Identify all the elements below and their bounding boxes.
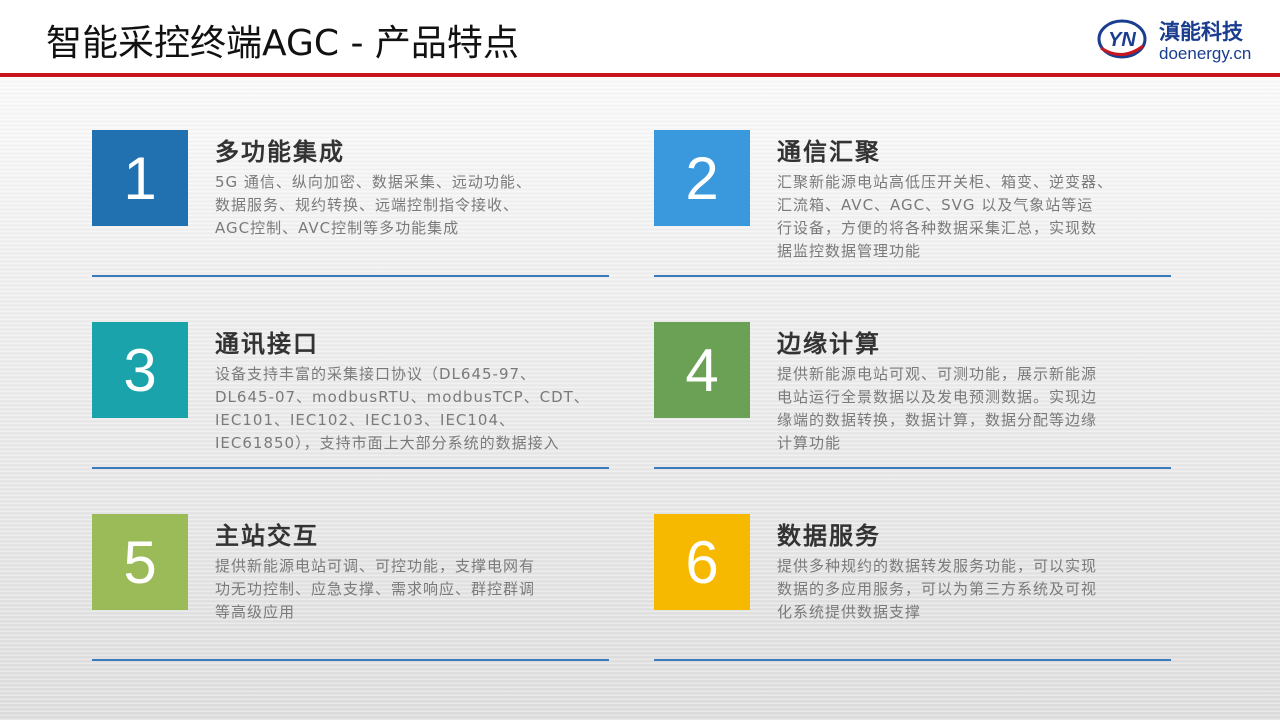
feature-number-box: 3 (92, 322, 188, 418)
feature-number-box: 2 (654, 130, 750, 226)
feature-description: 设备支持丰富的采集接口协议（DL645-97、 DL645-07、modbusRT… (215, 363, 600, 455)
feature-description-line: 行设备，方便的将各种数据采集汇总，实现数 (777, 219, 1098, 237)
header: 智能采控终端AGC - 产品特点 YN 滇能科技 doenergy.cn (0, 0, 1280, 78)
feature-description-line: 等高级应用 (215, 603, 296, 621)
feature-divider (654, 659, 1171, 661)
feature-description-line: 提供新能源电站可观、可测功能，展示新能源 (777, 365, 1098, 383)
feature-number-box: 1 (92, 130, 188, 226)
feature-title: 主站交互 (215, 522, 319, 550)
logo-text: YN (1108, 29, 1136, 51)
feature-description-line: 缘端的数据转换，数据计算，数据分配等边缘 (777, 411, 1098, 429)
page-title: 智能采控终端AGC - 产品特点 (46, 23, 519, 64)
feature-title: 边缘计算 (777, 330, 881, 358)
feature-card: 2 通信汇聚汇聚新能源电站高低压开关柜、箱变、逆变器、 汇流箱、AVC、AGC、SV… (654, 130, 1174, 280)
company-logo-icon: YN (1097, 19, 1147, 59)
feature-description-line: AGC控制、AVC控制等多功能集成 (215, 219, 460, 237)
feature-divider (654, 275, 1171, 277)
feature-description-line: 设备支持丰富的采集接口协议（DL645-97、 (215, 365, 537, 383)
header-divider (0, 73, 1280, 77)
feature-card: 4 边缘计算提供新能源电站可观、可测功能，展示新能源 电站运行全景数据以及发电预测数… (654, 322, 1174, 472)
feature-title: 通信汇聚 (777, 138, 881, 166)
feature-description: 5G 通信、纵向加密、数据采集、远动功能、 数据服务、规约转换、远端控制指令接收、… (215, 171, 600, 240)
feature-description-line: 5G 通信、纵向加密、数据采集、远动功能、 (215, 173, 532, 191)
feature-card: 6 数据服务提供多种规约的数据转发服务功能，可以实现 数据的多应用服务，可以为第三方… (654, 514, 1174, 664)
feature-description-line: IEC61850），支持市面上大部分系统的数据接入 (215, 434, 560, 452)
feature-divider (92, 659, 609, 661)
feature-description-line: 汇流箱、AVC、AGC、SVG 以及气象站等运 (777, 196, 1094, 214)
feature-card: 5 主站交互提供新能源电站可调、可控功能，支撑电网有 功无功控制、应急支撑、需求响应… (92, 514, 612, 664)
feature-description-line: 电站运行全景数据以及发电预测数据。实现边 (777, 388, 1098, 406)
feature-card: 1 多功能集成 5G 通信、纵向加密、数据采集、远动功能、 数据服务、规约转换、远端控… (92, 130, 612, 280)
feature-description: 提供多种规约的数据转发服务功能，可以实现 数据的多应用服务，可以为第三方系统及可视… (777, 555, 1162, 624)
feature-title: 数据服务 (777, 522, 881, 550)
feature-number-box: 5 (92, 514, 188, 610)
feature-description-line: 化系统提供数据支撑 (777, 603, 922, 621)
feature-card: 3 通讯接口设备支持丰富的采集接口协议（DL645-97、 DL645-07、mod… (92, 322, 612, 472)
feature-description-line: 数据的多应用服务，可以为第三方系统及可视 (777, 580, 1098, 598)
feature-title: 多功能集成 (215, 138, 345, 166)
feature-description-line: 汇聚新能源电站高低压开关柜、箱变、逆变器、 (777, 173, 1114, 191)
feature-description: 提供新能源电站可观、可测功能，展示新能源 电站运行全景数据以及发电预测数据。实现边… (777, 363, 1162, 455)
feature-description-line: 功无功控制、应急支撑、需求响应、群控群调 (215, 580, 536, 598)
feature-number-box: 6 (654, 514, 750, 610)
feature-description-line: 提供新能源电站可调、可控功能，支撑电网有 (215, 557, 536, 575)
feature-divider (92, 275, 609, 277)
feature-divider (92, 467, 609, 469)
feature-description: 提供新能源电站可调、可控功能，支撑电网有 功无功控制、应急支撑、需求响应、群控群调… (215, 555, 600, 624)
brand-domain: doenergy.cn (1159, 44, 1252, 63)
feature-divider (654, 467, 1171, 469)
feature-description: 汇聚新能源电站高低压开关柜、箱变、逆变器、 汇流箱、AVC、AGC、SVG 以及气… (777, 171, 1162, 263)
feature-description-line: 计算功能 (777, 434, 842, 452)
feature-description-line: DL645-07、modbusRTU、modbusTCP、CDT、 (215, 388, 590, 406)
feature-description-line: 据监控数据管理功能 (777, 242, 922, 260)
feature-title: 通讯接口 (215, 330, 319, 358)
feature-description-line: 提供多种规约的数据转发服务功能，可以实现 (777, 557, 1098, 575)
feature-description-line: IEC101、IEC102、IEC103、IEC104、 (215, 411, 516, 429)
feature-number-box: 4 (654, 322, 750, 418)
feature-description-line: 数据服务、规约转换、远端控制指令接收、 (215, 196, 520, 214)
brand-name: 滇能科技 (1159, 20, 1243, 44)
